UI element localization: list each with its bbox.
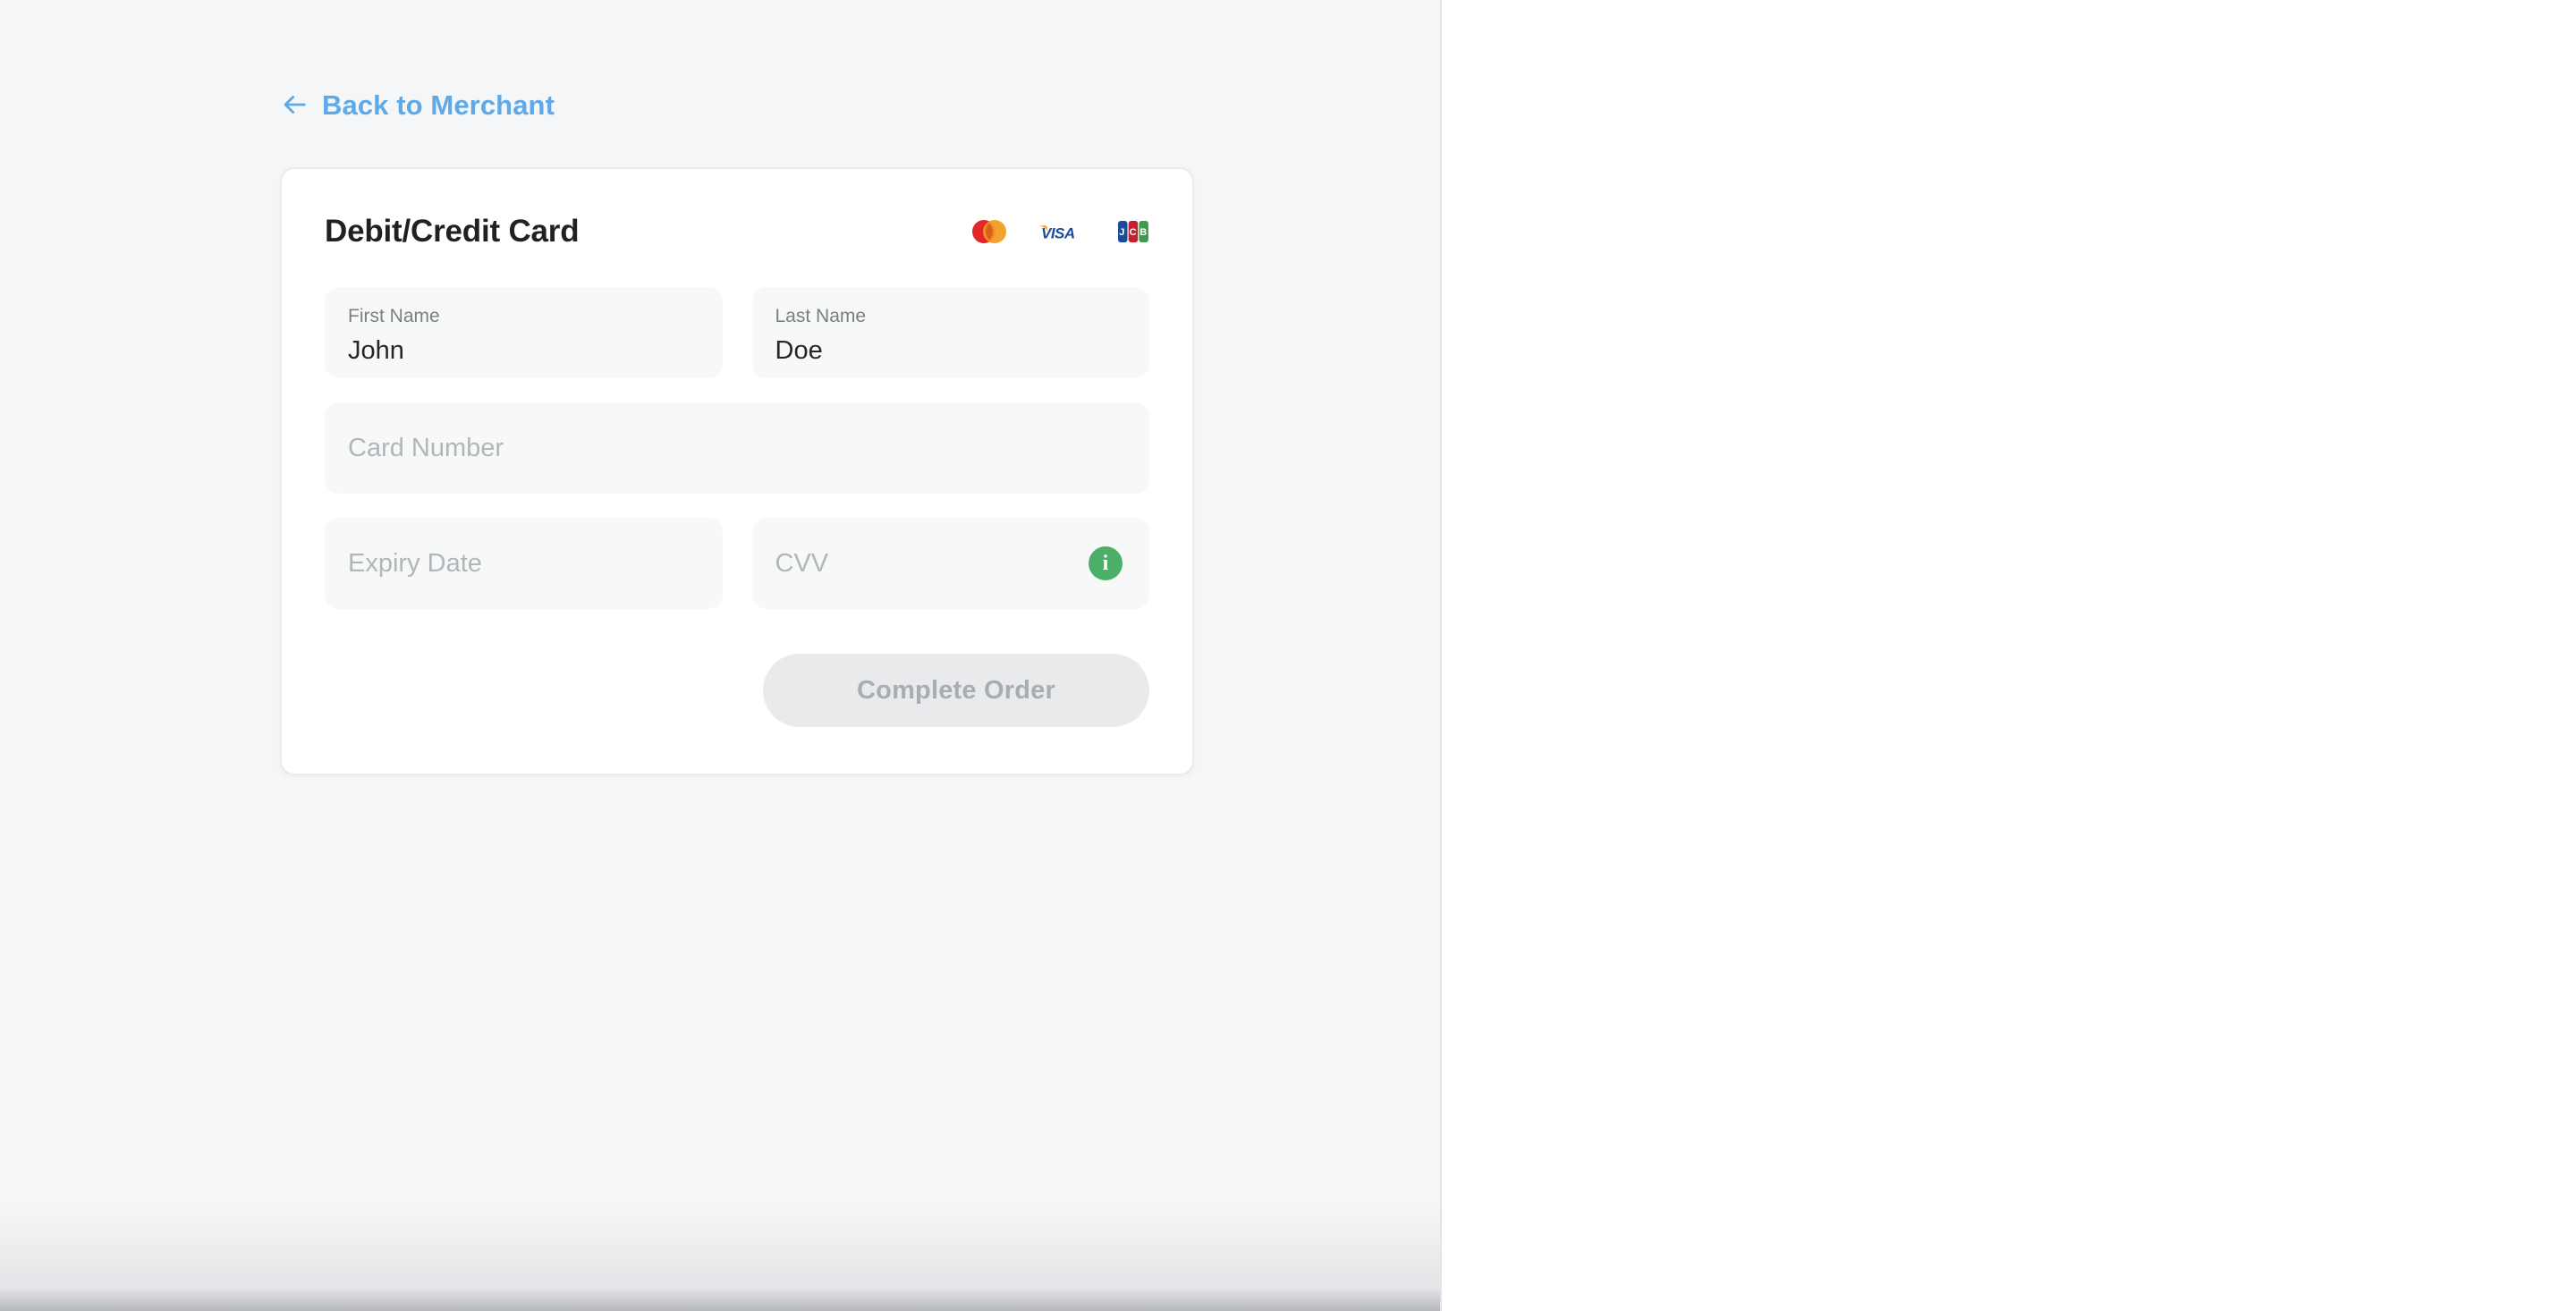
last-name-value: Doe <box>775 336 823 365</box>
card-form-header: Debit/Credit Card VISA J C B <box>325 207 1149 250</box>
card-number-placeholder: Card Number <box>348 433 504 462</box>
first-name-label: First Name <box>348 306 440 326</box>
svg-text:J: J <box>1119 227 1124 238</box>
accepted-card-brands: VISA J C B <box>969 218 1149 245</box>
payment-panel: Back to Merchant Debit/Credit Card VISA <box>0 0 1442 1311</box>
mastercard-logo <box>972 220 1006 243</box>
debit-credit-card-form: Debit/Credit Card VISA J C B First Name … <box>280 167 1194 775</box>
expiry-date-placeholder: Expiry Date <box>348 548 482 578</box>
first-name-value: John <box>348 336 404 365</box>
cvv-info-glyph: i <box>1102 552 1109 575</box>
card-form-title: Debit/Credit Card <box>325 214 580 249</box>
back-to-merchant-label: Back to Merchant <box>322 89 555 121</box>
cvv-field[interactable]: CVV i <box>751 518 1149 609</box>
card-number-row: Card Number <box>325 402 1149 494</box>
submit-row: Complete Order <box>325 654 1149 727</box>
arrow-left-icon <box>284 96 306 114</box>
svg-text:C: C <box>1130 227 1137 238</box>
expiry-cvv-row: Expiry Date CVV i <box>325 518 1149 609</box>
cvv-placeholder: CVV <box>775 548 829 578</box>
card-number-field[interactable]: Card Number <box>325 402 1149 494</box>
complete-order-button[interactable]: Complete Order <box>763 654 1149 727</box>
cvv-info-icon[interactable]: i <box>1089 546 1123 580</box>
visa-logo: VISA <box>1038 225 1075 242</box>
svg-text:B: B <box>1140 227 1147 238</box>
expiry-date-field[interactable]: Expiry Date <box>325 518 723 609</box>
checkout-page: Back to Merchant Debit/Credit Card VISA <box>0 0 2576 1311</box>
svg-text:VISA: VISA <box>1041 225 1075 242</box>
back-to-merchant-link[interactable]: Back to Merchant <box>279 89 555 120</box>
order-summary-panel: DEV PORTAL Order Summary Nike Footwear Q… <box>1442 0 2576 1311</box>
last-name-field[interactable]: Last Name Doe <box>751 287 1149 378</box>
jcb-logo: J C B <box>1118 221 1148 242</box>
panel-bottom-shadow <box>0 1204 1440 1311</box>
last-name-label: Last Name <box>775 306 867 326</box>
first-name-field[interactable]: First Name John <box>325 287 723 378</box>
name-fields-row: First Name John Last Name Doe <box>325 287 1149 378</box>
